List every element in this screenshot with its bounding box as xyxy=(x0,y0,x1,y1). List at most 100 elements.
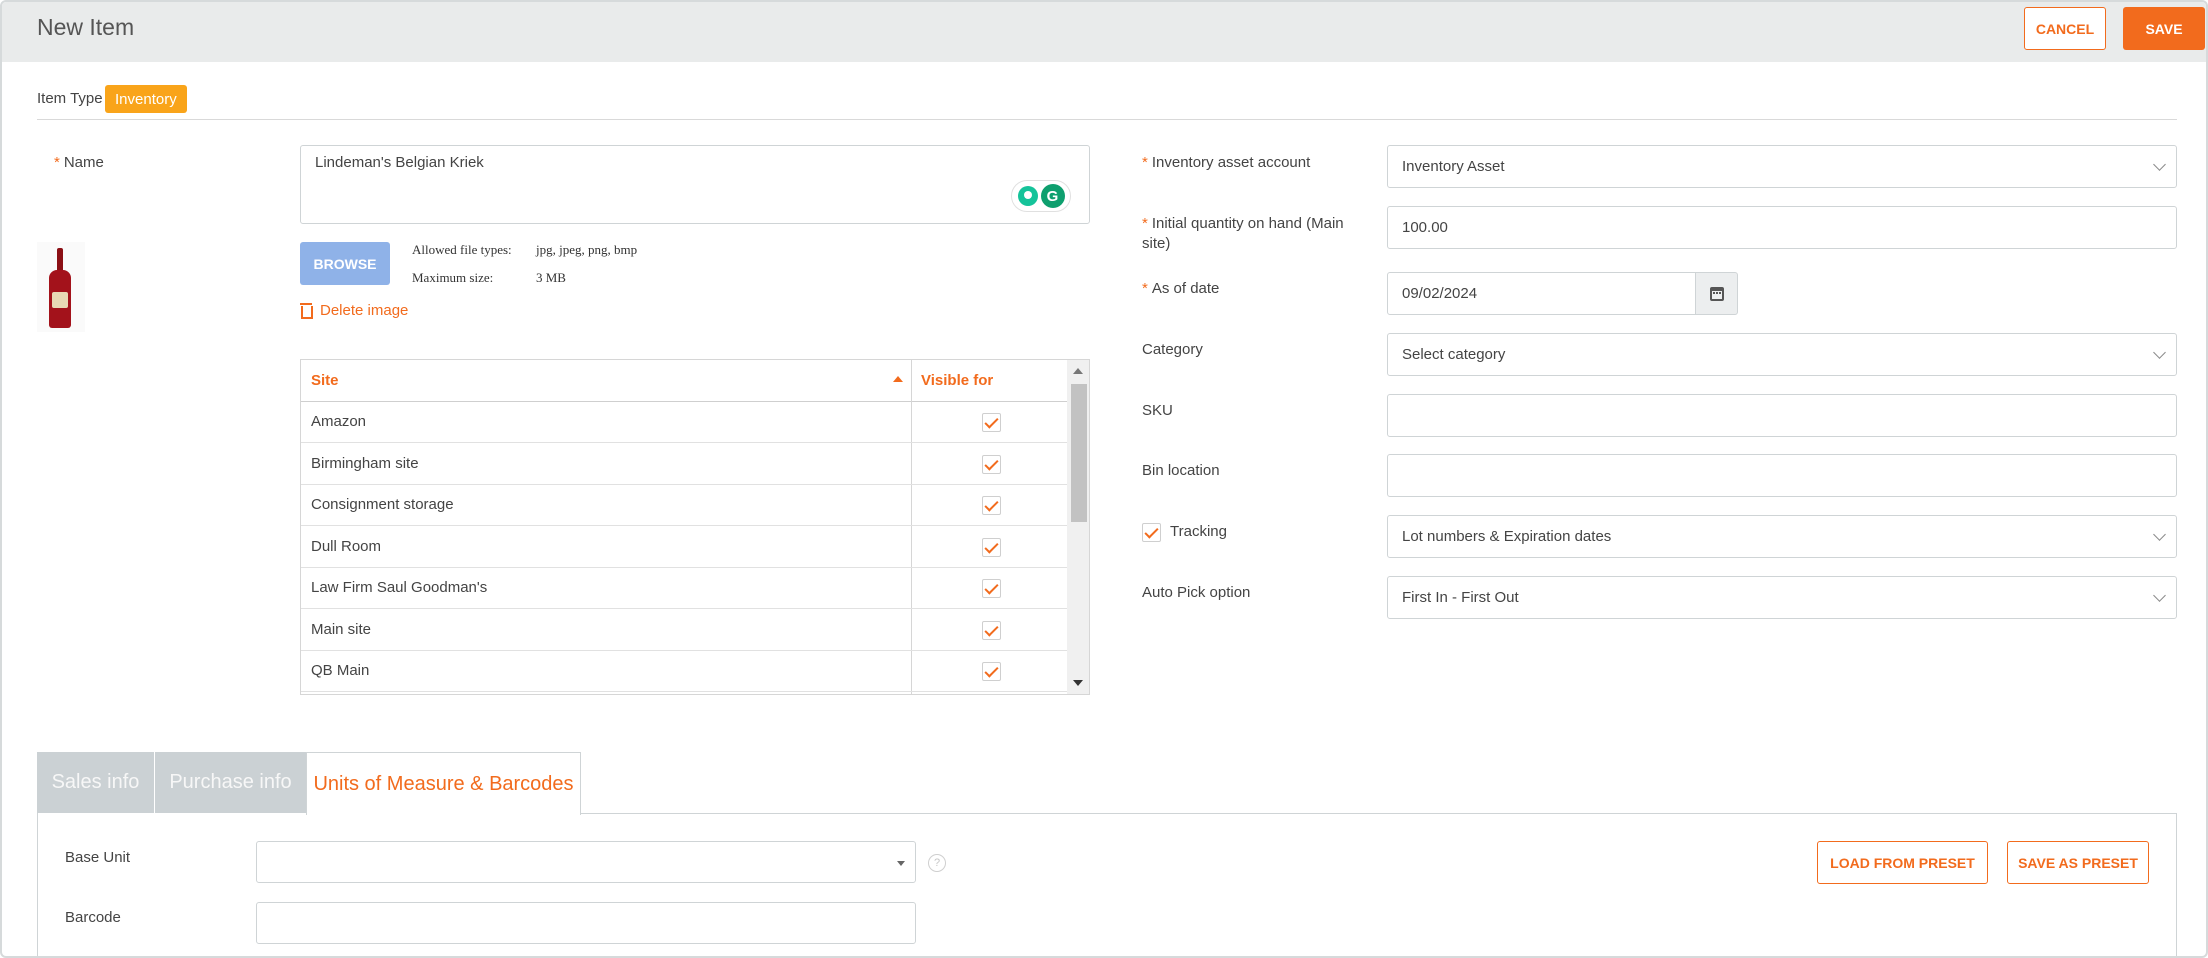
as-of-date-label: * As of date xyxy=(1142,280,1220,297)
asset-account-select[interactable]: Inventory Asset xyxy=(1387,145,2177,188)
auto-pick-value: First In - First Out xyxy=(1402,589,1519,606)
barcode-label: Barcode xyxy=(65,909,121,926)
table-row: Law Firm Saul Goodman's xyxy=(301,568,1067,609)
table-row: Consignment storage xyxy=(301,485,1067,526)
save-as-preset-button[interactable]: SAVE AS PRESET xyxy=(2007,841,2149,884)
tab-purchase-info[interactable]: Purchase info xyxy=(155,752,306,813)
grammarly-icon[interactable]: G xyxy=(1040,184,1065,208)
as-of-date-value: 09/02/2024 xyxy=(1402,285,1478,302)
grammarly-widget[interactable]: G xyxy=(1011,180,1071,212)
initial-qty-input[interactable]: 100.00 xyxy=(1387,206,2177,249)
chevron-down-icon xyxy=(2153,528,2166,541)
tab-units-of-measure-barcodes[interactable]: Units of Measure & Barcodes xyxy=(306,752,581,815)
visible-checkbox[interactable] xyxy=(982,579,1001,598)
asset-account-label: * Inventory asset account xyxy=(1142,154,1311,171)
as-of-date-label-text: As of date xyxy=(1151,280,1220,297)
allowed-types-label: Allowed file types: xyxy=(412,242,512,257)
name-input[interactable]: Lindeman's Belgian Kriek xyxy=(300,145,1090,224)
help-icon[interactable]: ? xyxy=(928,854,946,872)
divider xyxy=(37,119,2177,120)
item-type-badge: Inventory xyxy=(105,85,187,113)
max-size-label: Maximum size: xyxy=(412,270,494,285)
new-item-window: New Item CANCEL SAVE Item Type Inventory… xyxy=(0,0,2208,958)
scroll-thumb[interactable] xyxy=(1071,384,1087,522)
page-title: New Item xyxy=(37,14,135,40)
site-cell: Birmingham site xyxy=(311,455,419,472)
tracking-select[interactable]: Lot numbers & Expiration dates xyxy=(1387,515,2177,558)
category-select[interactable]: Select category xyxy=(1387,333,2177,376)
date-picker-button[interactable] xyxy=(1695,272,1738,315)
table-row: QB Main xyxy=(301,651,1067,692)
visible-checkbox[interactable] xyxy=(982,413,1001,432)
save-button[interactable]: SAVE xyxy=(2123,7,2205,50)
visible-checkbox[interactable] xyxy=(982,538,1001,557)
item-image-thumbnail xyxy=(37,242,85,332)
item-type-label: Item Type xyxy=(37,90,103,107)
base-unit-select[interactable] xyxy=(256,841,916,883)
caret-down-icon xyxy=(897,861,905,866)
site-cell: QB Main xyxy=(311,662,370,679)
load-from-preset-button[interactable]: LOAD FROM PRESET xyxy=(1817,841,1988,884)
chevron-down-icon xyxy=(2153,589,2166,602)
as-of-date-input[interactable]: 09/02/2024 xyxy=(1387,272,1696,315)
site-cell: Law Firm Saul Goodman's xyxy=(311,579,488,596)
tab-underline xyxy=(581,813,2177,814)
chevron-down-icon xyxy=(2153,158,2166,171)
visible-checkbox[interactable] xyxy=(982,496,1001,515)
site-column-header[interactable]: Site xyxy=(311,372,339,389)
allowed-types-value: jpg, jpeg, png, bmp xyxy=(536,242,638,257)
visible-checkbox[interactable] xyxy=(982,455,1001,474)
sort-asc-icon[interactable] xyxy=(893,376,903,382)
browse-button[interactable]: BROWSE xyxy=(300,242,390,285)
header-bar: New Item CANCEL SAVE xyxy=(2,2,2206,62)
tracking-label: Tracking xyxy=(1170,523,1227,540)
site-cell: Amazon xyxy=(311,413,367,430)
grid-header: Site Visible for xyxy=(301,360,1067,402)
barcode-input[interactable] xyxy=(256,902,916,944)
bin-location-input[interactable] xyxy=(1387,454,2177,497)
bottle-image xyxy=(49,248,71,328)
table-row: Main site xyxy=(301,610,1067,651)
sku-label: SKU xyxy=(1142,402,1173,419)
lightbulb-icon[interactable] xyxy=(1017,186,1038,206)
initial-qty-value: 100.00 xyxy=(1402,219,1448,236)
site-cell: Consignment storage xyxy=(311,496,454,513)
asset-account-value: Inventory Asset xyxy=(1402,158,1505,175)
chevron-down-icon xyxy=(2153,346,2166,359)
category-value: Select category xyxy=(1402,346,1506,363)
tab-sales-info[interactable]: Sales info xyxy=(37,752,154,813)
site-cell: Dull Room xyxy=(311,538,382,555)
name-label: * Name xyxy=(54,154,104,171)
tracking-value: Lot numbers & Expiration dates xyxy=(1402,528,1612,545)
max-size-value: 3 MB xyxy=(536,270,566,285)
table-row: Amazon xyxy=(301,402,1067,443)
table-row: Birmingham site xyxy=(301,444,1067,485)
base-unit-label: Base Unit xyxy=(65,849,131,866)
delete-image-link[interactable]: Delete image xyxy=(300,302,408,319)
name-label-text: Name xyxy=(63,154,104,171)
delete-image-label: Delete image xyxy=(320,302,409,319)
site-cell: Main site xyxy=(311,621,372,638)
visible-checkbox[interactable] xyxy=(982,621,1001,640)
category-label: Category xyxy=(1142,341,1203,358)
bin-location-label: Bin location xyxy=(1142,462,1220,479)
tab-panel-border-left xyxy=(37,813,38,956)
auto-pick-label: Auto Pick option xyxy=(1142,584,1251,601)
scroll-up-icon[interactable] xyxy=(1073,368,1083,374)
auto-pick-select[interactable]: First In - First Out xyxy=(1387,576,2177,619)
tab-panel-border-right xyxy=(2176,813,2177,956)
initial-qty-label: * Initial quantity on hand (Main site) xyxy=(1142,215,1344,252)
trash-icon xyxy=(300,303,313,319)
initial-qty-label-text: Initial quantity on hand (Main site) xyxy=(1142,215,1344,252)
sku-input[interactable] xyxy=(1387,394,2177,437)
grid-scrollbar[interactable] xyxy=(1067,360,1089,694)
visible-checkbox[interactable] xyxy=(982,662,1001,681)
sites-grid: Site Visible for Amazon Birmingham site … xyxy=(300,359,1090,695)
cancel-button[interactable]: CANCEL xyxy=(2024,7,2106,50)
asset-account-label-text: Inventory asset account xyxy=(1151,154,1311,171)
tracking-checkbox[interactable] xyxy=(1142,523,1161,542)
visible-for-column-header[interactable]: Visible for xyxy=(921,372,993,389)
calendar-icon xyxy=(1709,286,1724,301)
table-row: Dull Room xyxy=(301,527,1067,568)
scroll-down-icon[interactable] xyxy=(1073,680,1083,686)
